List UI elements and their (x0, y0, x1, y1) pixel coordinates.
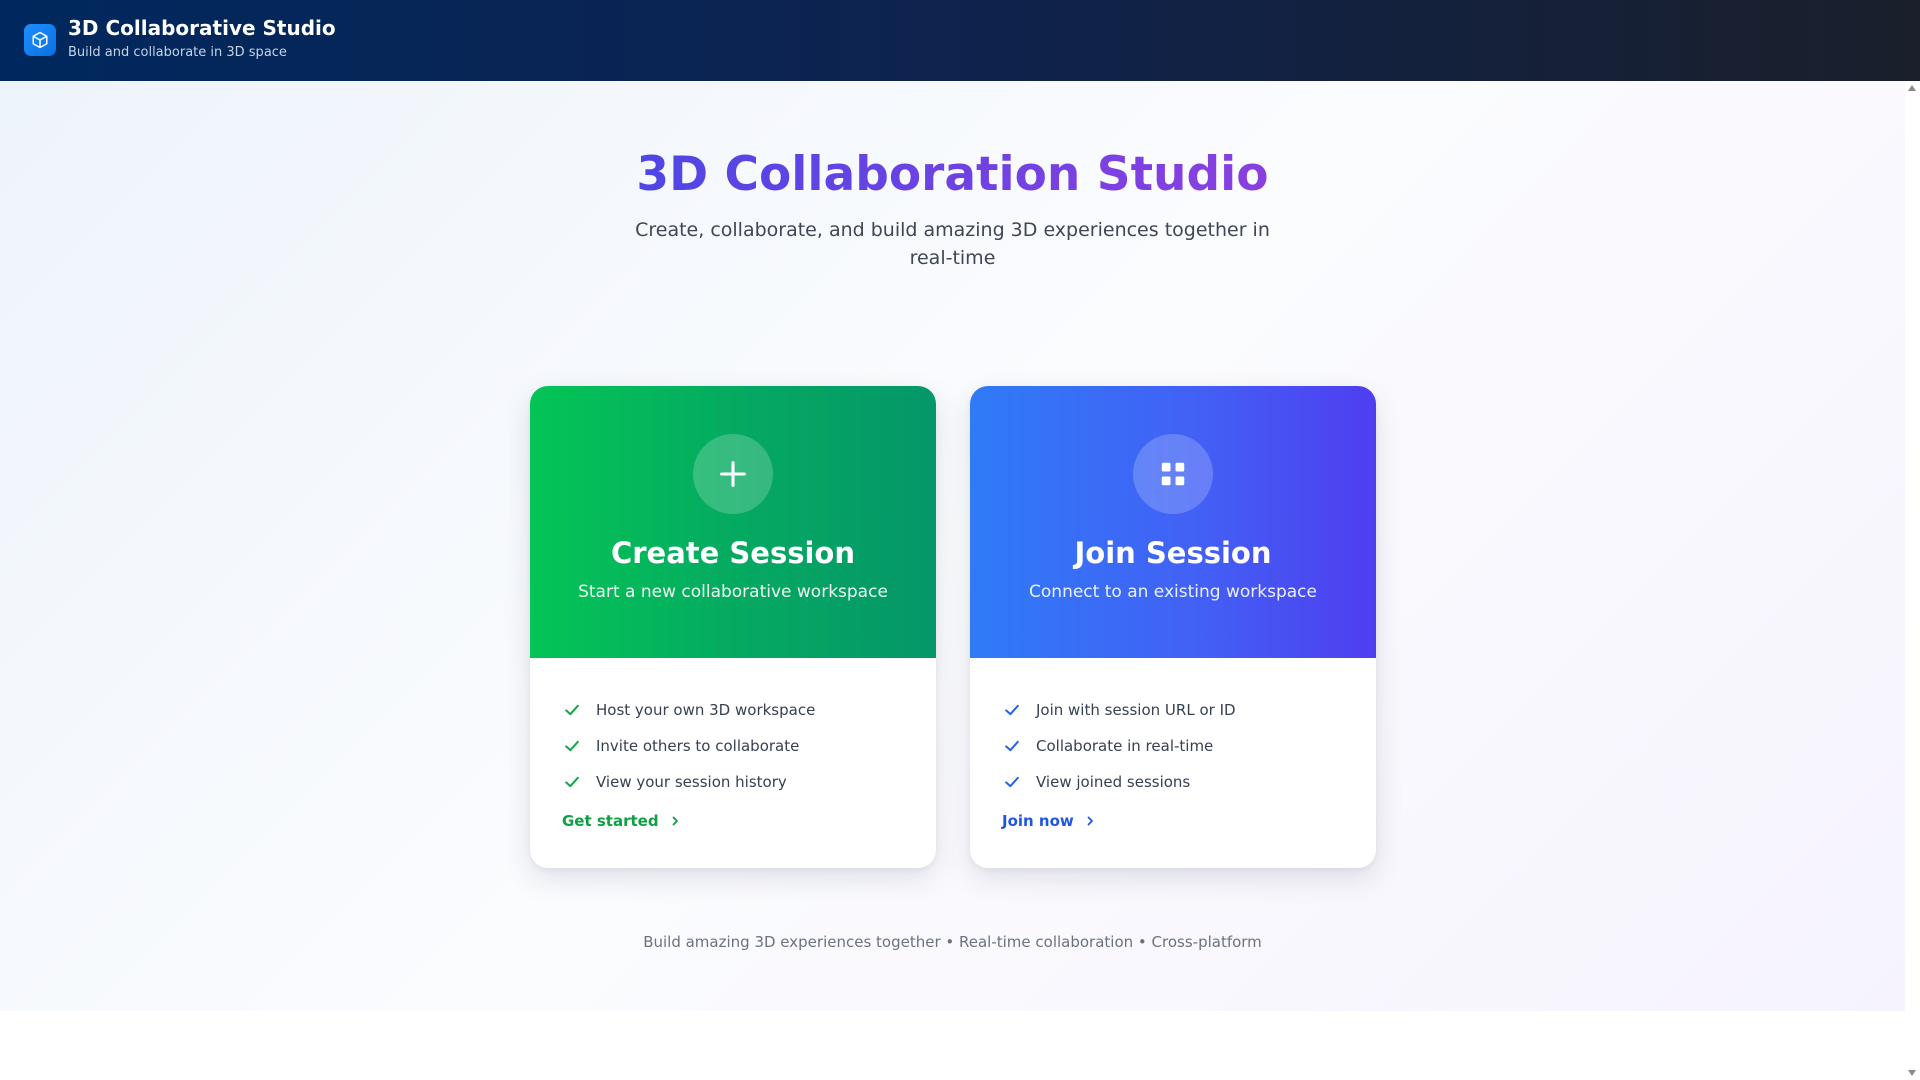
feature-text: Host your own 3D workspace (596, 701, 816, 719)
get-started-link[interactable]: Get started (562, 812, 681, 830)
app-header: 3D Collaborative Studio Build and collab… (0, 0, 1920, 81)
scroll-up-arrow-icon[interactable] (1908, 85, 1916, 91)
list-item: View joined sessions (1002, 764, 1236, 800)
join-now-label: Join now (1002, 812, 1074, 830)
feature-text: Collaborate in real-time (1036, 737, 1214, 755)
main-content: 3D Collaboration Studio Create, collabor… (0, 81, 1905, 1011)
hero-title-text: 3D Collaboration Studio (636, 147, 1269, 202)
check-icon (1002, 736, 1022, 756)
cube-icon[interactable] (24, 24, 56, 56)
hero-title: 3D Collaboration Studio (0, 147, 1905, 202)
scroll-down-arrow-icon[interactable] (1908, 1070, 1916, 1076)
list-item: Host your own 3D workspace (562, 692, 815, 728)
create-session-card[interactable]: Create Session Start a new collaborative… (530, 386, 936, 868)
join-feature-list: Join with session URL or ID Collaborate … (1002, 692, 1236, 800)
check-icon (562, 700, 582, 720)
hero-description: Create, collaborate, and build amazing 3… (635, 219, 1270, 269)
chevron-right-icon (1084, 815, 1096, 827)
vertical-scrollbar[interactable] (1905, 81, 1920, 1080)
list-item: Join with session URL or ID (1002, 692, 1236, 728)
join-session-card[interactable]: Join Session Connect to an existing work… (970, 386, 1376, 868)
footer-tagline: Build amazing 3D experiences together • … (643, 933, 1262, 951)
join-now-link[interactable]: Join now (1002, 812, 1096, 830)
list-item: Collaborate in real-time (1002, 728, 1236, 764)
check-icon (1002, 772, 1022, 792)
grid-icon (1133, 434, 1213, 514)
join-session-title: Join Session (1074, 536, 1272, 570)
plus-icon (693, 434, 773, 514)
check-icon (562, 772, 582, 792)
create-session-title: Create Session (610, 536, 856, 570)
list-item: View your session history (562, 764, 815, 800)
create-session-description: Start a new collaborative workspace (578, 582, 888, 602)
join-session-header: Join Session Connect to an existing work… (970, 386, 1376, 658)
create-feature-list: Host your own 3D workspace Invite others… (562, 692, 815, 800)
app-title: 3D Collaborative Studio (68, 16, 336, 40)
chevron-right-icon (669, 815, 681, 827)
feature-text: View joined sessions (1036, 773, 1191, 791)
feature-text: Invite others to collaborate (596, 737, 800, 755)
feature-text: Join with session URL or ID (1036, 701, 1236, 719)
check-icon (562, 736, 582, 756)
check-icon (1002, 700, 1022, 720)
join-session-description: Connect to an existing workspace (1029, 582, 1317, 602)
create-session-header: Create Session Start a new collaborative… (530, 386, 936, 658)
list-item: Invite others to collaborate (562, 728, 815, 764)
feature-text: View your session history (596, 773, 787, 791)
get-started-label: Get started (562, 812, 659, 830)
app-subtitle: Build and collaborate in 3D space (68, 45, 287, 60)
